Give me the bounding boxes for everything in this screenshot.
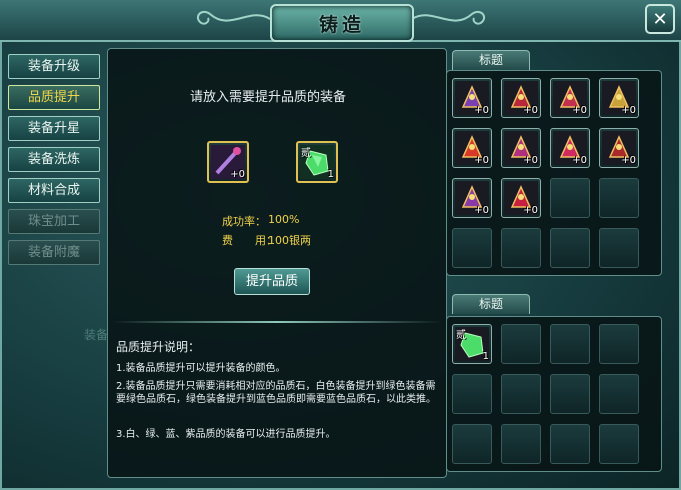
description-line-2: 2.装备品质提升只需要消耗相对应的品质石，白色装备提升到绿色装备需要绿色品质石，…: [116, 381, 436, 405]
success-rate-label: 成功率：: [222, 215, 266, 228]
inventory-slot-filled[interactable]: +0: [501, 128, 541, 168]
inventory-slot-empty[interactable]: [599, 228, 639, 268]
inventory-slot-empty[interactable]: [550, 178, 590, 218]
item-count: +0: [621, 105, 636, 116]
inventory-slot-empty[interactable]: [501, 424, 541, 464]
inventory-slot-filled[interactable]: +0: [452, 78, 492, 118]
item-count: 1: [482, 351, 489, 362]
sidebar-item-material-craft[interactable]: 材料合成: [8, 178, 100, 203]
description-line-3: 3.白、绿、蓝、紫品质的装备可以进行品质提升。: [116, 429, 336, 440]
inventory-slot-empty[interactable]: [501, 324, 541, 364]
inventory-slot-empty[interactable]: [599, 374, 639, 414]
item-count: +0: [474, 105, 489, 116]
sidebar-item-equip-refine[interactable]: 装备洗炼: [8, 147, 100, 172]
inventory-slot-filled[interactable]: +0: [501, 178, 541, 218]
inventory-slot-empty[interactable]: [550, 324, 590, 364]
sidebar-item-jewel-craft: 珠宝加工: [8, 209, 100, 234]
inventory-slot-filled[interactable]: +0: [550, 78, 590, 118]
sidebar-item-equip-upgrade[interactable]: 装备升级: [8, 54, 100, 79]
divider: [112, 321, 442, 323]
window-title-text: 铸造: [318, 13, 365, 36]
item-count: +0: [474, 205, 489, 216]
inventory-slot-empty[interactable]: [599, 424, 639, 464]
inventory-slot-empty[interactable]: [599, 324, 639, 364]
equip-slot-count: +0: [230, 169, 245, 180]
forge-panel: [107, 48, 447, 478]
inventory-slot-filled[interactable]: +0: [452, 128, 492, 168]
inventory-slot-filled[interactable]: 贰1: [452, 324, 492, 364]
background-label: 装备: [84, 328, 109, 342]
sidebar-item-quality-upgrade[interactable]: 品质提升: [8, 85, 100, 110]
inventory-slot-filled[interactable]: +0: [452, 178, 492, 218]
inventory-slot-empty[interactable]: [501, 374, 541, 414]
prompt-text: 请放入需要提升品质的装备: [190, 90, 347, 105]
item-count: +0: [474, 155, 489, 166]
item-count: +0: [621, 155, 636, 166]
inventory-slot-filled[interactable]: +0: [501, 78, 541, 118]
close-button[interactable]: ✕: [645, 4, 675, 34]
right-ornament-icon: [412, 10, 486, 25]
item-count: +0: [523, 205, 538, 216]
stone-input-slot[interactable]: 贰 1: [296, 141, 338, 183]
close-icon: ✕: [652, 8, 668, 30]
description-title: 品质提升说明：: [116, 340, 201, 354]
tab-materials[interactable]: 标题: [452, 294, 530, 314]
tab-equipment[interactable]: 标题: [452, 50, 530, 70]
inventory-slot-empty[interactable]: [452, 424, 492, 464]
equip-input-slot[interactable]: +0: [207, 141, 249, 183]
stone-slot-count: 1: [327, 169, 334, 180]
upgrade-quality-button[interactable]: 提升品质: [234, 268, 310, 295]
title-bar: 铸造 ✕: [0, 0, 681, 42]
inventory-slot-empty[interactable]: [550, 374, 590, 414]
item-count: +0: [572, 105, 587, 116]
window-title: 铸造: [270, 4, 414, 42]
inventory-slot-filled[interactable]: +0: [599, 128, 639, 168]
inventory-slot-empty[interactable]: [550, 424, 590, 464]
inventory-slot-empty[interactable]: [452, 374, 492, 414]
item-grade-char: 贰: [456, 330, 466, 341]
inventory-slot-filled[interactable]: +0: [599, 78, 639, 118]
item-count: +0: [523, 105, 538, 116]
stone-grade-char: 贰: [301, 148, 311, 159]
inventory-slot-empty[interactable]: [452, 228, 492, 268]
cost-value: 100银两: [268, 234, 311, 247]
inventory-slot-filled[interactable]: +0: [550, 128, 590, 168]
left-ornament-icon: [196, 10, 270, 25]
sidebar-item-star-upgrade[interactable]: 装备升星: [8, 116, 100, 141]
inventory-slot-empty[interactable]: [501, 228, 541, 268]
success-rate-value: 100%: [268, 213, 300, 226]
item-count: +0: [572, 155, 587, 166]
sidebar-item-enchant: 装备附魔: [8, 240, 100, 265]
description-line-1: 1.装备品质提升可以提升装备的颜色。: [116, 363, 286, 374]
inventory-slot-empty[interactable]: [599, 178, 639, 218]
item-count: +0: [523, 155, 538, 166]
inventory-slot-empty[interactable]: [550, 228, 590, 268]
